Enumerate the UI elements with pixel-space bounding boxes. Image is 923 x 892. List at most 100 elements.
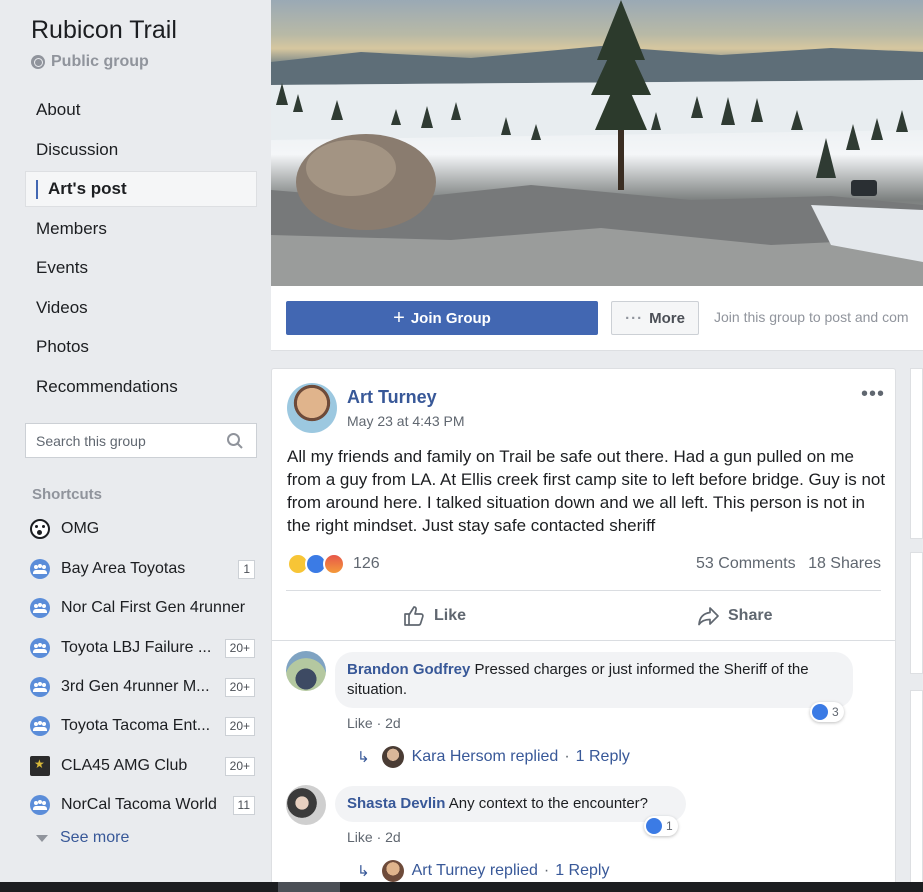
share-icon bbox=[698, 607, 719, 626]
shortcut-label: CLA45 AMG Club bbox=[61, 757, 188, 774]
commenter-avatar[interactable] bbox=[286, 785, 326, 825]
shortcut-norcal-tacoma[interactable]: NorCal Tacoma World 11 bbox=[30, 793, 255, 817]
comment-bubble: Shasta Devlin Any context to the encount… bbox=[335, 786, 686, 822]
shortcut-nor-cal-first-gen[interactable]: Nor Cal First Gen 4runner bbox=[30, 596, 255, 620]
chevron-down-icon bbox=[36, 834, 48, 842]
like-button[interactable]: Like bbox=[402, 601, 466, 631]
shortcut-label: NorCal Tacoma World bbox=[61, 796, 217, 813]
author-avatar[interactable] bbox=[287, 383, 337, 433]
shortcut-badge: 20+ bbox=[224, 756, 255, 776]
join-bar: + Join Group ··· More Join this group to… bbox=[271, 286, 923, 351]
divider bbox=[286, 590, 881, 591]
comment-meta: Like · 2d bbox=[347, 715, 401, 731]
search-placeholder: Search this group bbox=[36, 432, 146, 449]
see-more-link[interactable]: See more bbox=[36, 829, 129, 847]
comment-like-link[interactable]: Like bbox=[347, 829, 373, 845]
post-card: Art Turney May 23 at 4:43 PM ••• All my … bbox=[271, 368, 896, 892]
join-group-label: Join Group bbox=[410, 309, 491, 327]
shortcut-omg[interactable]: OMG bbox=[30, 517, 255, 541]
group-icon bbox=[30, 638, 50, 658]
shortcut-badge: 20+ bbox=[224, 677, 255, 697]
nav-recommendations[interactable]: Recommendations bbox=[25, 369, 257, 405]
scrollbar-thumb[interactable] bbox=[278, 882, 340, 892]
like-reaction-icon bbox=[812, 704, 828, 720]
group-icon bbox=[30, 795, 50, 815]
plus-icon: + bbox=[393, 306, 405, 329]
group-sidebar: Rubicon Trail Public group About Discuss… bbox=[0, 0, 270, 892]
group-icon bbox=[30, 677, 50, 697]
group-privacy-label: Public group bbox=[51, 53, 149, 70]
comment-like-link[interactable]: Like bbox=[347, 715, 373, 731]
comment-meta: Like · 2d bbox=[347, 829, 401, 845]
shortcut-label: Toyota Tacoma Ent... bbox=[61, 717, 211, 734]
more-dots-icon: ··· bbox=[625, 309, 644, 327]
shortcut-badge: 11 bbox=[232, 795, 255, 815]
shortcut-label: Bay Area Toyotas bbox=[61, 560, 186, 577]
shares-count[interactable]: 18 Shares bbox=[808, 555, 881, 572]
reaction-summary[interactable]: 126 bbox=[287, 553, 380, 575]
shortcut-3rd-gen-4runner[interactable]: 3rd Gen 4runner M... 20+ bbox=[30, 675, 255, 699]
shortcut-cla45-amg[interactable]: CLA45 AMG Club 20+ bbox=[30, 754, 255, 778]
group-icon bbox=[30, 598, 50, 618]
comment-reactions[interactable]: 3 bbox=[810, 702, 844, 722]
nav-videos[interactable]: Videos bbox=[25, 290, 257, 326]
right-column-card bbox=[910, 368, 923, 539]
post-author[interactable]: Art Turney bbox=[347, 387, 437, 408]
post-timestamp[interactable]: May 23 at 4:43 PM bbox=[347, 413, 465, 429]
more-button[interactable]: ··· More bbox=[611, 301, 699, 335]
commenter-name[interactable]: Shasta Devlin bbox=[347, 795, 445, 812]
join-hint-text: Join this group to post and com bbox=[714, 309, 909, 325]
thumbs-up-icon bbox=[404, 606, 424, 626]
shortcut-badge: 20+ bbox=[224, 638, 255, 658]
group-icon bbox=[30, 559, 50, 579]
shortcut-label: 3rd Gen 4runner M... bbox=[61, 678, 210, 695]
horizontal-scrollbar[interactable] bbox=[0, 882, 923, 892]
group-title[interactable]: Rubicon Trail bbox=[31, 16, 177, 45]
post-counts: 53 Comments 18 Shares bbox=[696, 555, 881, 573]
omg-icon bbox=[30, 519, 50, 539]
shortcut-label: OMG bbox=[61, 520, 100, 537]
more-label: More bbox=[649, 309, 685, 327]
view-replies[interactable]: ↳ Kara Hersom replied · 1 Reply bbox=[357, 746, 630, 768]
share-label: Share bbox=[728, 607, 773, 624]
reply-author: Kara Hersom replied bbox=[411, 748, 559, 765]
nav-members[interactable]: Members bbox=[25, 211, 257, 247]
nav-arts-post[interactable]: Art's post bbox=[25, 171, 257, 207]
join-group-button[interactable]: + Join Group bbox=[286, 301, 598, 335]
reply-arrow-icon: ↳ bbox=[357, 863, 370, 880]
nav-photos[interactable]: Photos bbox=[25, 329, 257, 365]
cover-photo[interactable] bbox=[271, 0, 923, 286]
group-search-input[interactable]: Search this group bbox=[25, 423, 257, 458]
comment-reactions[interactable]: 1 bbox=[644, 816, 678, 836]
commenter-name[interactable]: Brandon Godfrey bbox=[347, 661, 470, 678]
angry-reaction-icon bbox=[323, 553, 345, 575]
reply-count: 1 Reply bbox=[555, 862, 610, 879]
comments-count[interactable]: 53 Comments bbox=[696, 555, 796, 572]
reply-avatar bbox=[381, 860, 404, 882]
shortcut-label: Toyota LBJ Failure ... bbox=[61, 639, 212, 656]
search-icon[interactable] bbox=[226, 432, 244, 450]
shortcut-toyota-tacoma[interactable]: Toyota Tacoma Ent... 20+ bbox=[30, 714, 255, 738]
shortcut-badge: 20+ bbox=[224, 716, 255, 736]
comment-age[interactable]: 2d bbox=[385, 715, 401, 731]
commenter-avatar[interactable] bbox=[286, 651, 326, 691]
cover-photo-image bbox=[271, 0, 923, 286]
nav-about[interactable]: About bbox=[25, 92, 257, 128]
post-options-icon[interactable]: ••• bbox=[861, 383, 885, 406]
right-column-card bbox=[910, 690, 923, 892]
shortcut-toyota-lbj[interactable]: Toyota LBJ Failure ... 20+ bbox=[30, 636, 255, 660]
globe-icon bbox=[31, 55, 45, 69]
group-icon bbox=[30, 716, 50, 736]
comment-bubble: Brandon Godfrey Pressed charges or just … bbox=[335, 652, 853, 708]
view-replies[interactable]: ↳ Art Turney replied · 1 Reply bbox=[357, 860, 609, 882]
right-column-card bbox=[910, 552, 923, 674]
group-privacy: Public group bbox=[31, 53, 149, 71]
like-label: Like bbox=[434, 607, 467, 624]
nav-discussion[interactable]: Discussion bbox=[25, 132, 257, 168]
comment-age[interactable]: 2d bbox=[385, 829, 401, 845]
shortcut-bay-area-toyotas[interactable]: Bay Area Toyotas 1 bbox=[30, 557, 255, 581]
share-button[interactable]: Share bbox=[696, 601, 772, 631]
reply-avatar bbox=[381, 746, 404, 768]
reply-count: 1 Reply bbox=[575, 748, 630, 765]
nav-events[interactable]: Events bbox=[25, 250, 257, 286]
